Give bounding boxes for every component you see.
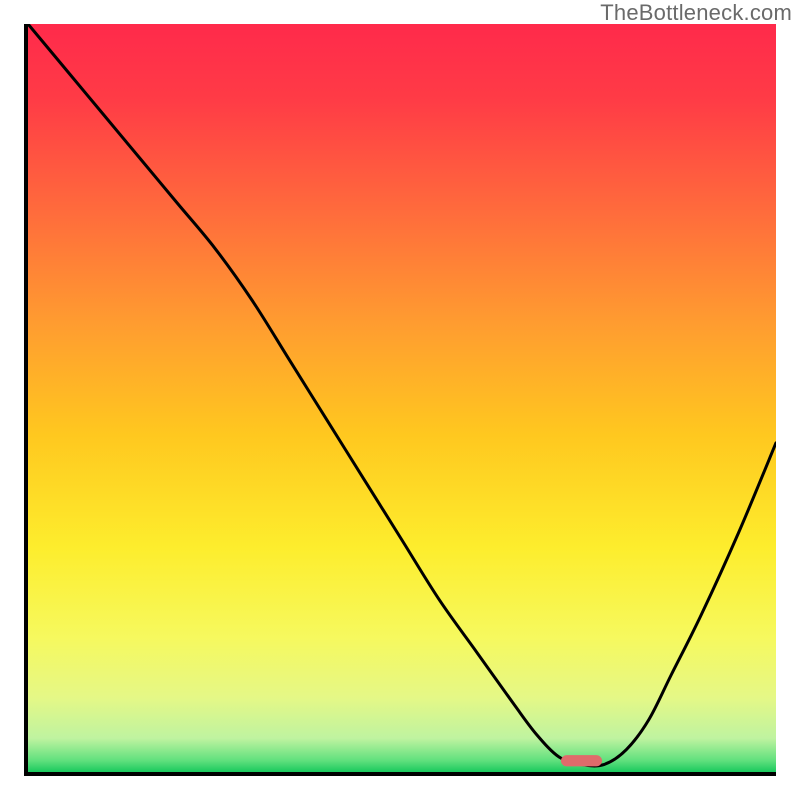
- chart-foreground: [28, 24, 776, 772]
- plot-area: [24, 24, 776, 776]
- optimum-marker: [561, 755, 602, 766]
- bottleneck-curve: [28, 24, 776, 766]
- watermark-text: TheBottleneck.com: [600, 0, 792, 26]
